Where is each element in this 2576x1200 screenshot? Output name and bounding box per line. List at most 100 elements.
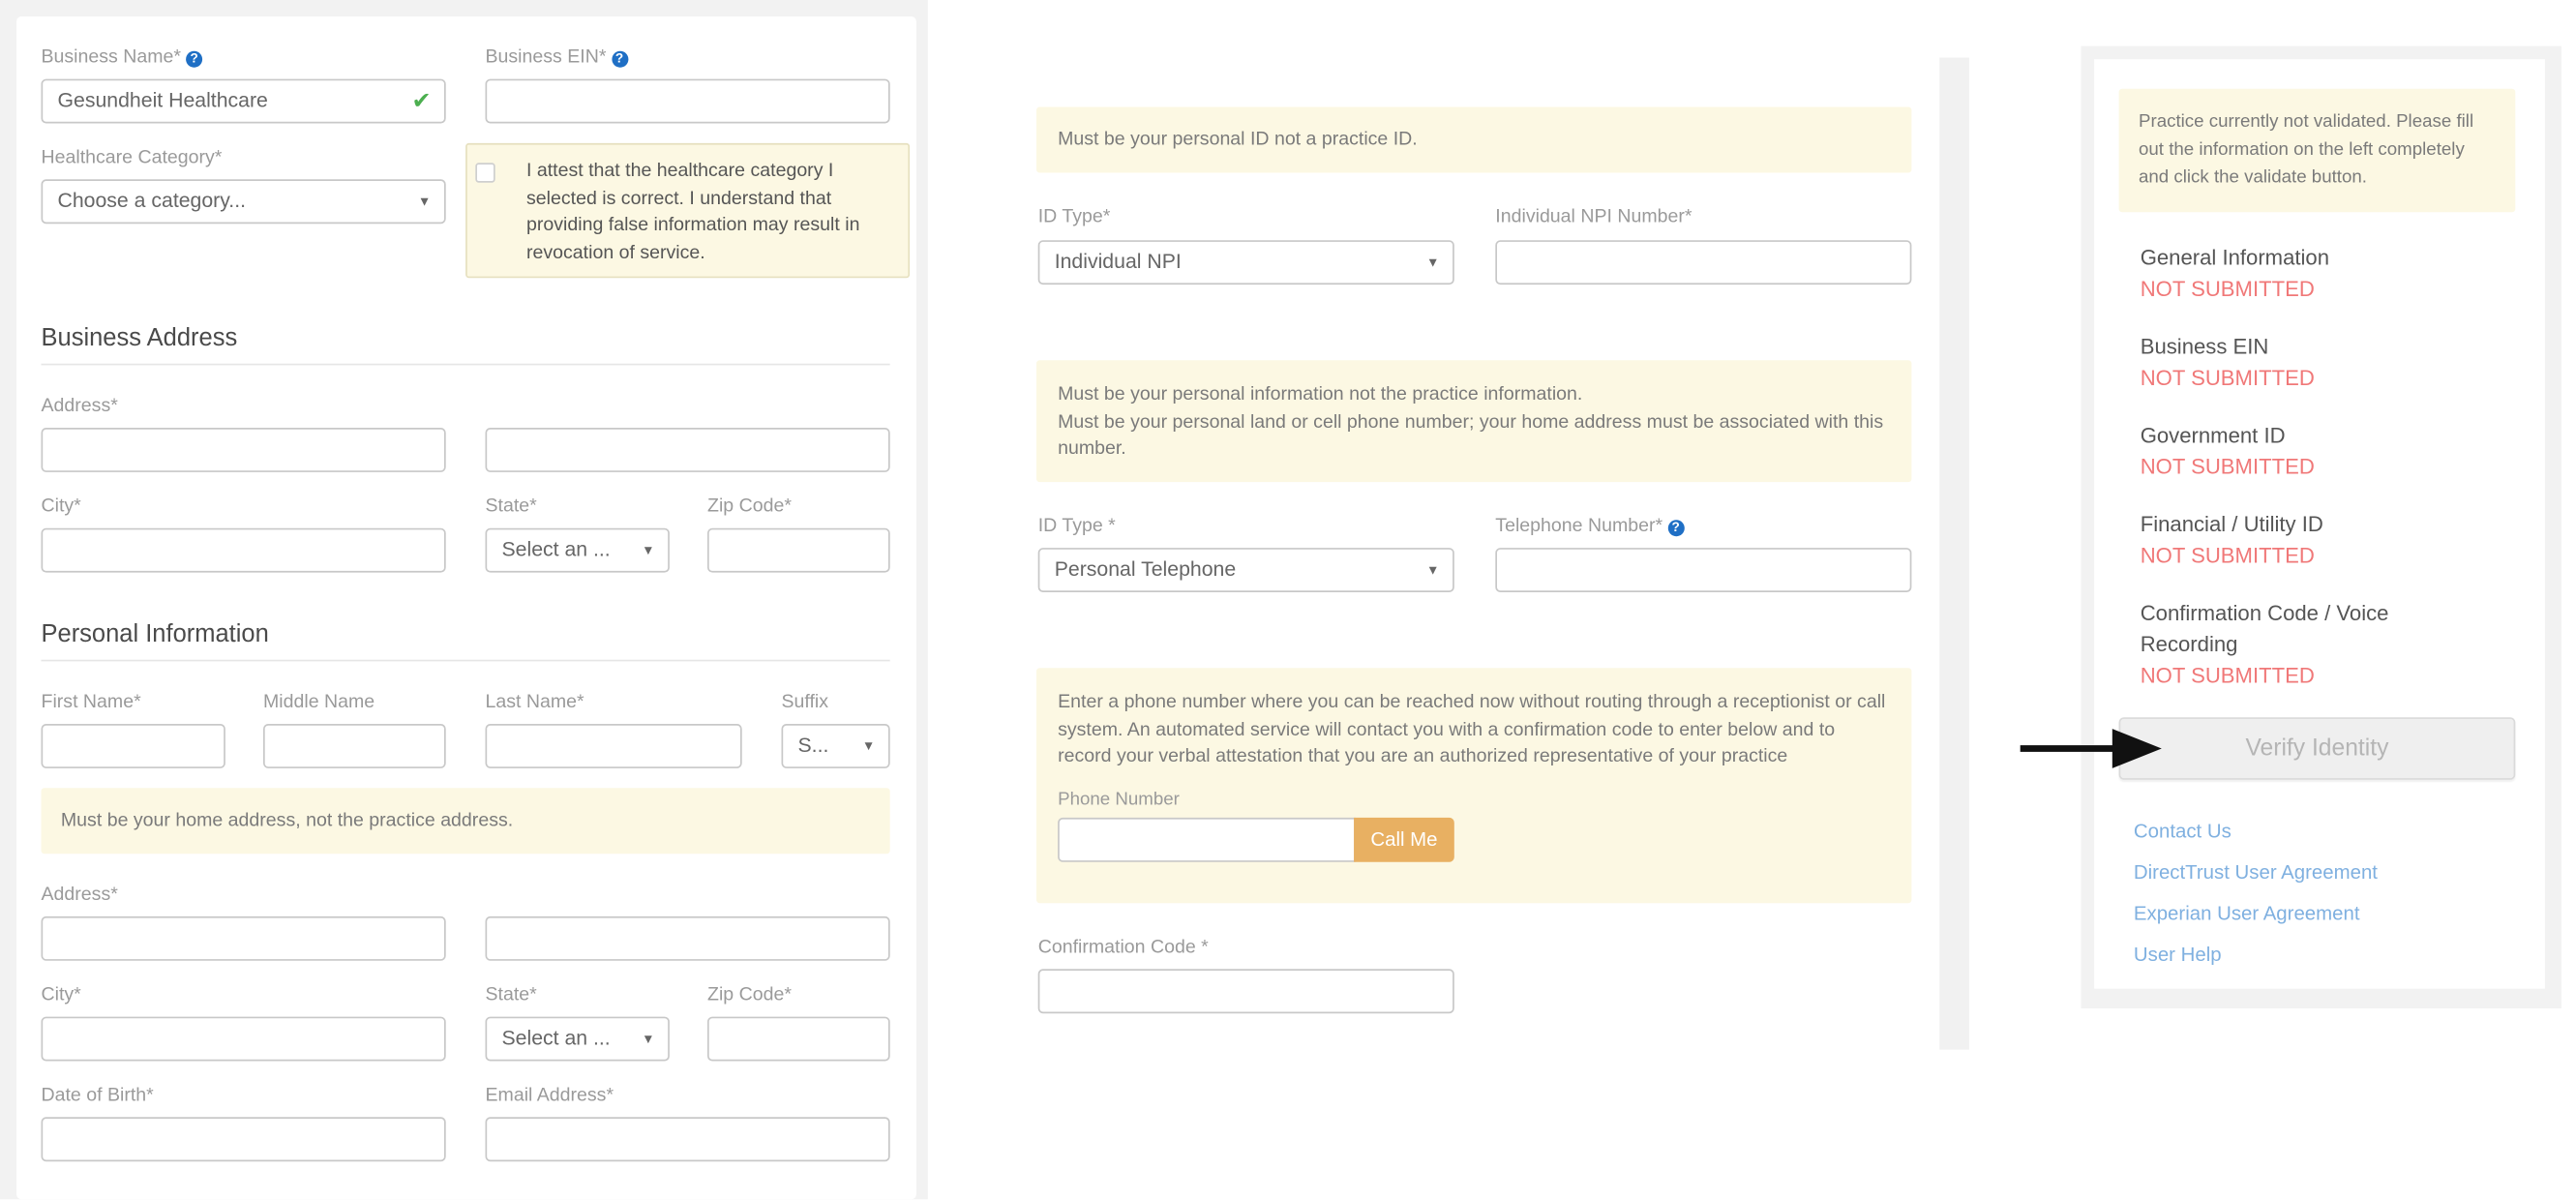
- checkmark-icon: ✔: [411, 87, 432, 114]
- email-input[interactable]: [485, 1117, 890, 1162]
- home-address-note: Must be your home address, not the pract…: [41, 788, 890, 855]
- home-state-select[interactable]: Select an ... ▼: [485, 1016, 670, 1062]
- confirmation-code-voice-label: Confirmation Code / Voice Recording: [2140, 600, 2389, 657]
- suffix-select[interactable]: S... ▼: [781, 724, 890, 768]
- suffix-value: S...: [797, 734, 829, 757]
- id-type-label: ID Type*: [1037, 207, 1111, 227]
- personal-id-note-text: Must be your personal ID not a practice …: [1058, 130, 1418, 150]
- business-ein-status: NOT SUBMITTED: [2140, 365, 2315, 390]
- validation-status-text: Practice currently not validated. Please…: [2139, 111, 2474, 188]
- confirmation-code-label: Confirmation Code *: [1037, 938, 1209, 958]
- business-address-line1-input[interactable]: [41, 428, 446, 472]
- divider: [41, 659, 890, 662]
- address-label: Address*: [41, 885, 118, 905]
- confirmation-code-input[interactable]: [1037, 969, 1454, 1014]
- personal-id-note: Must be your personal ID not a practice …: [1036, 106, 1912, 173]
- telephone-number-input[interactable]: [1495, 548, 1912, 592]
- id-type-phone-value: Personal Telephone: [1054, 557, 1237, 582]
- telephone-number-label: Telephone Number*?: [1495, 517, 1685, 537]
- financial-utility-id-label: Financial / Utility ID: [2140, 511, 2323, 537]
- chevron-down-icon: ▼: [1426, 562, 1440, 578]
- confirmation-code-voice-status: NOT SUBMITTED: [2140, 663, 2315, 688]
- scrollbar-track[interactable]: [1939, 57, 1969, 1050]
- last-name-label: Last Name*: [485, 692, 584, 713]
- user-help-link[interactable]: User Help: [2134, 943, 2222, 966]
- business-name-value: Gesundheit Healthcare: [57, 88, 268, 112]
- government-id-label: Government ID: [2140, 422, 2286, 448]
- middle-name-input[interactable]: [263, 724, 446, 768]
- business-state-select[interactable]: Select an ... ▼: [485, 527, 670, 573]
- business-ein-status-label: Business EIN: [2140, 334, 2269, 359]
- npi-number-label: Individual NPI Number*: [1495, 207, 1692, 227]
- phone-number-label: Phone Number: [1058, 789, 1180, 809]
- government-id-status: NOT SUBMITTED: [2140, 454, 2315, 479]
- home-address-line1-input[interactable]: [41, 915, 446, 961]
- business-zip-input[interactable]: [707, 527, 890, 573]
- call-me-button[interactable]: Call Me: [1354, 817, 1454, 862]
- chevron-down-icon: ▼: [642, 543, 655, 558]
- chevron-down-icon: ▼: [1426, 255, 1440, 270]
- city-label: City*: [41, 985, 81, 1005]
- phone-note-line1: Must be your personal information not th…: [1058, 384, 1583, 405]
- id-type-value: Individual NPI: [1054, 250, 1182, 274]
- divider: [41, 363, 890, 366]
- attest-checkbox[interactable]: [475, 163, 495, 183]
- middle-name-label: Middle Name: [263, 692, 375, 713]
- help-icon[interactable]: ?: [1667, 520, 1685, 537]
- phone-number-input[interactable]: [1058, 817, 1356, 862]
- zip-label: Zip Code*: [707, 985, 792, 1005]
- first-name-label: First Name*: [41, 692, 141, 713]
- screenshot-stage: Business Name*? Gesundheit Healthcare ✔ …: [0, 0, 2576, 1200]
- business-address-line2-input[interactable]: [485, 428, 890, 472]
- verify-identity-button[interactable]: Verify Identity: [2118, 717, 2516, 780]
- dob-input[interactable]: [41, 1117, 446, 1162]
- help-icon[interactable]: ?: [611, 50, 628, 68]
- experian-agreement-link[interactable]: Experian User Agreement: [2134, 902, 2360, 925]
- healthcare-category-value: Choose a category...: [57, 189, 247, 213]
- business-ein-input[interactable]: [485, 78, 890, 124]
- directtrust-agreement-link[interactable]: DirectTrust User Agreement: [2134, 860, 2378, 884]
- attest-text: I attest that the healthcare category I …: [526, 161, 860, 263]
- npi-number-input[interactable]: [1495, 240, 1912, 285]
- healthcare-category-select[interactable]: Choose a category... ▼: [41, 179, 446, 225]
- arrow-right-icon: [2020, 729, 2162, 768]
- suffix-label: Suffix: [781, 692, 829, 713]
- home-address-note-text: Must be your home address, not the pract…: [60, 811, 514, 831]
- business-ein-label: Business EIN*?: [486, 47, 628, 68]
- business-address-heading: Business Address: [41, 323, 238, 352]
- dob-label: Date of Birth*: [41, 1086, 154, 1106]
- phone-note-line2: Must be your personal land or cell phone…: [1058, 411, 1884, 460]
- email-label: Email Address*: [485, 1086, 614, 1106]
- personal-phone-note: Must be your personal information not th…: [1036, 360, 1912, 483]
- personal-information-heading: Personal Information: [41, 619, 269, 648]
- healthcare-category-label: Healthcare Category*: [41, 148, 223, 168]
- id-type-phone-select[interactable]: Personal Telephone ▼: [1037, 548, 1454, 592]
- call-me-instructions: Enter a phone number where you can be re…: [1058, 692, 1886, 767]
- city-label: City*: [41, 496, 81, 517]
- financial-utility-id-status: NOT SUBMITTED: [2140, 543, 2315, 568]
- contact-us-link[interactable]: Contact Us: [2134, 820, 2232, 843]
- first-name-input[interactable]: [41, 724, 225, 768]
- chevron-down-icon: ▼: [861, 738, 876, 754]
- home-zip-input[interactable]: [707, 1016, 890, 1062]
- state-label: State*: [485, 496, 537, 517]
- general-information-label: General Information: [2140, 245, 2330, 270]
- call-me-box: Enter a phone number where you can be re…: [1036, 668, 1912, 904]
- help-icon[interactable]: ?: [186, 50, 203, 68]
- zip-label: Zip Code*: [707, 496, 792, 517]
- state-value: Select an ...: [501, 537, 611, 561]
- home-city-input[interactable]: [41, 1016, 446, 1062]
- state-value: Select an ...: [501, 1026, 611, 1050]
- validation-status-note: Practice currently not validated. Please…: [2118, 88, 2516, 213]
- business-city-input[interactable]: [41, 527, 446, 573]
- state-label: State*: [485, 985, 537, 1005]
- chevron-down-icon: ▼: [642, 1031, 655, 1047]
- chevron-down-icon: ▼: [417, 194, 432, 209]
- business-name-label: Business Name*?: [42, 47, 203, 68]
- business-name-input[interactable]: Gesundheit Healthcare ✔: [41, 78, 446, 124]
- last-name-input[interactable]: [485, 724, 742, 768]
- general-information-status: NOT SUBMITTED: [2140, 276, 2315, 302]
- id-type-label: ID Type *: [1037, 516, 1116, 537]
- home-address-line2-input[interactable]: [485, 915, 890, 961]
- id-type-select[interactable]: Individual NPI ▼: [1037, 240, 1454, 285]
